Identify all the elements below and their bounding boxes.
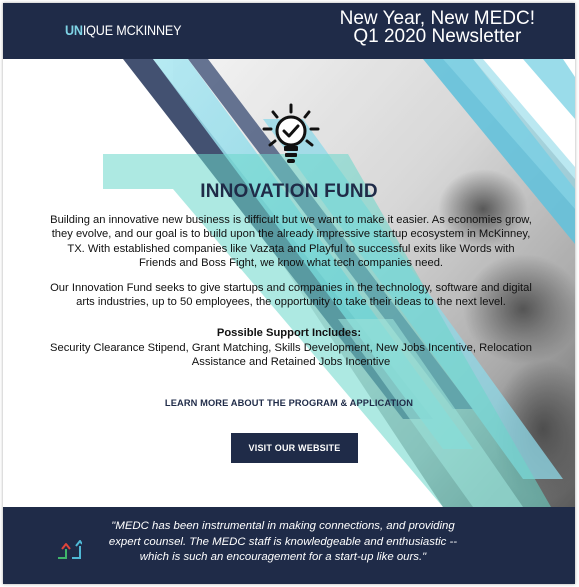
innovation-fund-title: INNOVATION FUND bbox=[200, 181, 378, 202]
logo-prefix: UN bbox=[65, 22, 83, 38]
newsletter-title: New Year, New MEDC! Q1 2020 Newsletter bbox=[340, 9, 535, 47]
lightbulb-check-icon bbox=[262, 103, 320, 163]
intro-paragraph: Building an innovative new business is d… bbox=[50, 214, 532, 269]
testimonial-section: "MEDC has been instrumental in making co… bbox=[3, 507, 575, 584]
innovation-fund-hero: INNOVATION FUND Building an innovative n… bbox=[3, 59, 575, 507]
logo-rest: IQUE MCKINNEY bbox=[82, 22, 182, 38]
fund-description-paragraph: Our Innovation Fund seeks to give startu… bbox=[50, 282, 532, 309]
learn-more-link[interactable]: LEARN MORE ABOUT THE PROGRAM & APPLICATI… bbox=[3, 398, 575, 408]
testimonial-quote: "MEDC has been instrumental in making co… bbox=[108, 520, 458, 563]
newsletter-title-line2: Q1 2020 Newsletter bbox=[353, 26, 522, 47]
visit-website-button[interactable]: VISIT OUR WEBSITE bbox=[231, 433, 358, 463]
newsletter-frame: UNIQUE MCKINNEY New Year, New MEDC! Q1 2… bbox=[3, 3, 575, 584]
newsletter-header: UNIQUE MCKINNEY New Year, New MEDC! Q1 2… bbox=[3, 3, 575, 59]
growth-arrows-icon bbox=[58, 540, 82, 559]
unique-mckinney-logo[interactable]: UNIQUE MCKINNEY bbox=[65, 22, 182, 38]
support-heading: Possible Support Includes: bbox=[216, 327, 362, 339]
support-list: Security Clearance Stipend, Grant Matchi… bbox=[50, 342, 532, 369]
